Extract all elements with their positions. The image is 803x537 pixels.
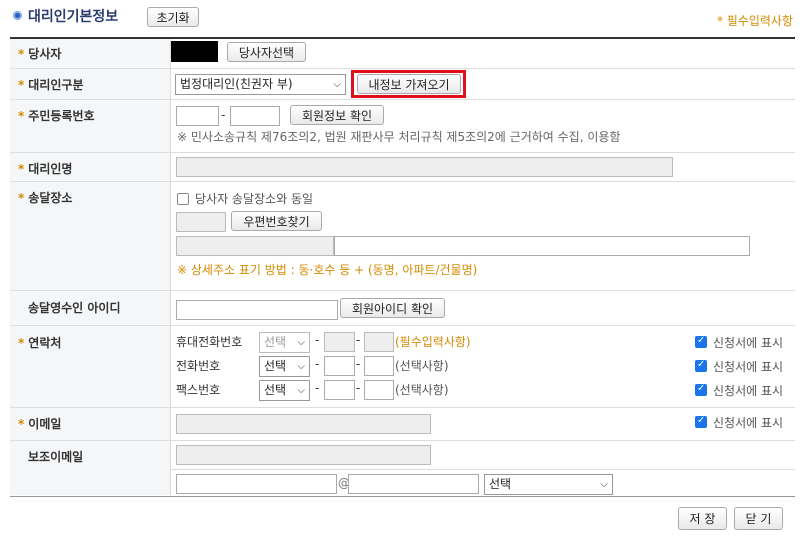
- address-detail-input[interactable]: [334, 236, 750, 256]
- close-button[interactable]: 닫 기: [734, 507, 783, 530]
- agent-name-label: * 대리인명: [18, 162, 73, 176]
- email-input[interactable]: [176, 414, 431, 434]
- dash: -: [356, 381, 361, 395]
- phone-show-label: 신청서에 표시: [713, 360, 784, 374]
- fax-prefix-select[interactable]: 선택 ⌵: [259, 380, 310, 401]
- fax-label: 팩스번호: [176, 383, 221, 397]
- row-divider: [10, 152, 795, 153]
- mobile-prefix-select[interactable]: 선택 ⌵: [259, 332, 310, 353]
- column-divider: [170, 39, 171, 495]
- row-divider: [10, 181, 795, 182]
- dash: -: [356, 333, 361, 347]
- email-show-label: 신청서에 표시: [713, 416, 784, 430]
- contact-label: * 연락처: [18, 336, 62, 350]
- chevron-down-icon: ⌵: [600, 479, 608, 490]
- fax-mid-input[interactable]: [324, 380, 355, 400]
- chevron-down-icon: ⌵: [297, 385, 305, 396]
- sub-email-domain-select[interactable]: 선택 ⌵: [484, 474, 613, 495]
- dash: -: [315, 381, 320, 395]
- dash: -: [315, 333, 320, 347]
- required-note: * 필수입력사항: [716, 14, 793, 28]
- email-label: * 이메일: [18, 417, 62, 431]
- delivery-label: * 송달장소: [18, 191, 73, 205]
- dash: -: [356, 357, 361, 371]
- same-as-party-label: 당사자 송달장소와 동일: [195, 192, 314, 206]
- email-show-checkbox[interactable]: [695, 415, 707, 428]
- reset-button[interactable]: 초기화: [147, 7, 199, 27]
- page-title: 대리인기본정보: [28, 9, 119, 25]
- resident-no-note: ※ 민사소송규칙 제76조의2, 법원 재판사무 처리규칙 제5조의2에 근거하…: [177, 130, 621, 144]
- mobile-show-checkbox[interactable]: [695, 335, 707, 348]
- sub-email-label: 보조이메일: [28, 450, 84, 464]
- title-bullet-icon: [13, 11, 22, 20]
- row-divider: [10, 290, 795, 291]
- check-member-id-button[interactable]: 회원아이디 확인: [340, 298, 445, 318]
- row-divider: [10, 407, 795, 408]
- phone-show-checkbox[interactable]: [695, 359, 707, 372]
- mobile-hint: (필수입력사항): [395, 335, 471, 349]
- chevron-down-icon: ⌵: [297, 337, 305, 348]
- sub-email-domain-input[interactable]: [348, 474, 479, 494]
- recipient-id-input[interactable]: [176, 300, 338, 320]
- row-divider: [10, 99, 795, 100]
- phone-hint: (선택사항): [395, 359, 449, 373]
- select-party-button[interactable]: 당사자선택: [227, 42, 306, 62]
- row-divider: [170, 469, 795, 470]
- phone-last-input[interactable]: [364, 356, 394, 376]
- form-bottom-border: [10, 496, 795, 497]
- mobile-last-input[interactable]: [364, 332, 394, 352]
- zip-code-input[interactable]: [176, 212, 226, 232]
- dash: -: [315, 357, 320, 371]
- mobile-mid-input[interactable]: [324, 332, 355, 352]
- phone-prefix-select[interactable]: 선택 ⌵: [259, 356, 310, 377]
- agent-type-select[interactable]: 법정대리인(친권자 부) ⌵: [175, 74, 346, 95]
- fax-show-label: 신청서에 표시: [713, 384, 784, 398]
- mobile-label: 휴대전화번호: [176, 335, 243, 349]
- row-divider: [10, 440, 795, 441]
- sub-email-id-input[interactable]: [176, 474, 337, 494]
- chevron-down-icon: ⌵: [297, 361, 305, 372]
- resident-no-front-input[interactable]: [176, 106, 219, 126]
- agent-name-input[interactable]: [176, 157, 673, 177]
- resident-no-back-input[interactable]: [230, 106, 280, 126]
- fax-last-input[interactable]: [364, 380, 394, 400]
- agent-type-label: * 대리인구분: [18, 78, 84, 92]
- party-label: * 당사자: [18, 47, 62, 61]
- dash: -: [221, 108, 226, 122]
- save-button[interactable]: 저 장: [678, 507, 727, 530]
- resident-no-label: * 주민등록번호: [18, 109, 95, 123]
- sub-email-display: [176, 445, 431, 465]
- find-zip-button[interactable]: 우편번호찾기: [231, 211, 322, 231]
- address-format-note: ※ 상세주소 표기 방법 : 동·호수 등 + (동명, 아파트/건물명): [177, 263, 478, 277]
- mobile-show-label: 신청서에 표시: [713, 336, 784, 350]
- fax-hint: (선택사항): [395, 383, 449, 397]
- fax-show-checkbox[interactable]: [695, 383, 707, 396]
- recipient-id-label: 송달영수인 아이디: [28, 301, 121, 315]
- party-name-redacted: [171, 41, 218, 62]
- chevron-down-icon: ⌵: [333, 79, 341, 90]
- check-member-info-button[interactable]: 회원정보 확인: [290, 105, 384, 125]
- row-divider: [10, 325, 795, 326]
- same-as-party-checkbox[interactable]: [177, 193, 189, 205]
- address-input[interactable]: [176, 236, 334, 256]
- phone-mid-input[interactable]: [324, 356, 355, 376]
- row-divider: [10, 68, 795, 69]
- highlight-box: [351, 70, 466, 98]
- phone-label: 전화번호: [176, 359, 221, 373]
